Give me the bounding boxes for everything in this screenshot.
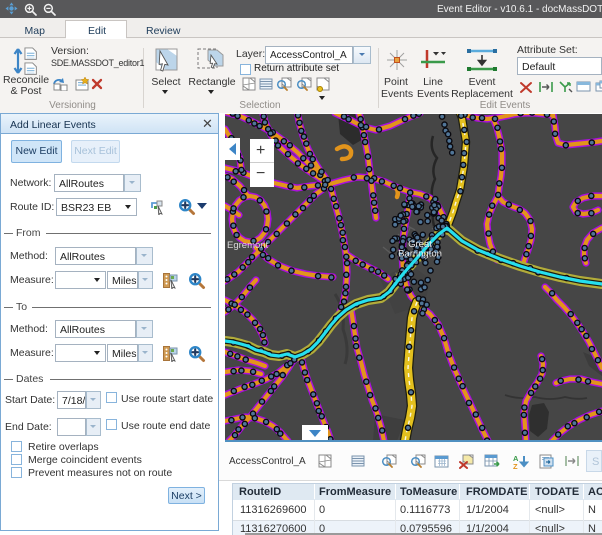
svg-text:Barrington: Barrington bbox=[398, 249, 442, 260]
svg-text:Egremont: Egremont bbox=[227, 240, 269, 251]
svg-text:Z: Z bbox=[513, 462, 518, 469]
